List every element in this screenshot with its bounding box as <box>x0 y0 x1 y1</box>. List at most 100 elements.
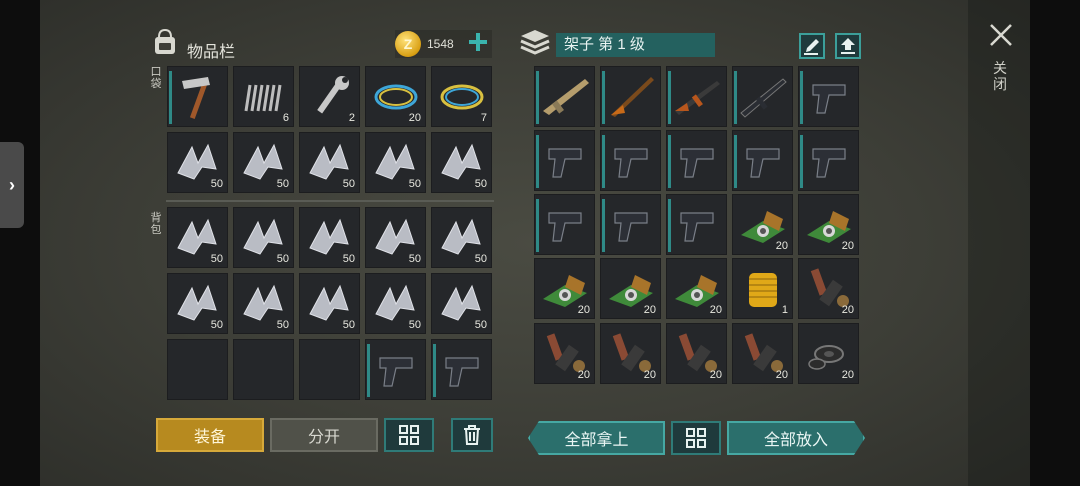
chevron-right-icon: › <box>9 174 15 195</box>
right-edge <box>1030 0 1080 486</box>
trash-button[interactable] <box>451 418 493 452</box>
split-button[interactable]: 分开 <box>270 418 378 452</box>
grid-icon <box>686 428 706 448</box>
item-quantity: 20 <box>577 369 590 381</box>
inventory-slot[interactable]: 7 <box>431 66 492 127</box>
item-quantity: 50 <box>342 319 355 331</box>
item-quantity: 50 <box>408 178 421 190</box>
inventory-slot[interactable]: 20 <box>534 258 595 319</box>
inventory-slot[interactable] <box>600 130 661 191</box>
item-quantity: 20 <box>577 304 590 316</box>
inventory-slot[interactable]: 50 <box>365 207 426 268</box>
item-quantity: 20 <box>775 369 788 381</box>
close-icon[interactable] <box>988 22 1014 48</box>
inventory-slot[interactable]: 50 <box>299 207 360 268</box>
inventory-slot[interactable]: 50 <box>431 207 492 268</box>
inventory-slot[interactable]: 50 <box>431 273 492 334</box>
grid-icon <box>399 425 419 445</box>
sort-inventory-button[interactable] <box>384 418 434 452</box>
upload-icon <box>841 38 855 54</box>
inventory-slot[interactable] <box>600 66 661 127</box>
inventory-slot[interactable] <box>299 339 360 400</box>
inventory-slot[interactable]: 50 <box>299 132 360 193</box>
put-all-button[interactable]: 全部放入 <box>727 421 865 455</box>
inventory-slot[interactable]: 50 <box>431 132 492 193</box>
inventory-slot[interactable] <box>600 194 661 255</box>
inventory-slot[interactable]: 50 <box>299 273 360 334</box>
left-edge <box>0 0 40 486</box>
inventory-slot[interactable]: 20 <box>666 323 727 384</box>
item-quantity: 20 <box>408 112 421 124</box>
inventory-slot[interactable] <box>666 194 727 255</box>
item-quantity: 50 <box>342 178 355 190</box>
ak-icon <box>675 81 720 115</box>
inventory-slot[interactable]: 2 <box>299 66 360 127</box>
item-quantity: 20 <box>709 304 722 316</box>
inventory-slot[interactable]: 20 <box>600 258 661 319</box>
inventory-slot[interactable] <box>233 339 294 400</box>
inventory-slot[interactable]: 50 <box>233 273 294 334</box>
inventory-slot[interactable]: 20 <box>600 323 661 384</box>
inventory-slot[interactable]: 20 <box>798 323 859 384</box>
trash-icon <box>464 425 480 445</box>
hammer-icon <box>182 77 210 119</box>
inventory-slot[interactable] <box>732 66 793 127</box>
inventory-slot[interactable] <box>365 339 426 400</box>
item-quantity: 50 <box>474 319 487 331</box>
add-coins-button[interactable] <box>468 32 488 52</box>
side-expand-tab[interactable]: › <box>0 142 24 228</box>
equip-button[interactable]: 装备 <box>156 418 264 452</box>
section-divider <box>166 200 494 202</box>
pistol-icon <box>680 148 714 178</box>
inventory-slot[interactable]: 50 <box>233 132 294 193</box>
shelf-title: 架子 第 1 级 <box>556 33 715 57</box>
coin-amount: 1548 <box>427 37 454 51</box>
inventory-slot[interactable]: 50 <box>365 132 426 193</box>
rename-button[interactable] <box>799 33 825 59</box>
item-quantity: 50 <box>276 178 289 190</box>
m4-icon <box>740 78 787 118</box>
pistol-icon <box>812 84 846 114</box>
pocket-label: 口袋 <box>150 66 162 90</box>
inventory-slot[interactable]: 20 <box>798 258 859 319</box>
inventory-slot[interactable]: 50 <box>167 273 228 334</box>
inventory-slot[interactable] <box>798 130 859 191</box>
item-quantity: 50 <box>210 253 223 265</box>
inventory-slot[interactable]: 20 <box>732 323 793 384</box>
inventory-slot[interactable]: 20 <box>732 194 793 255</box>
inventory-slot[interactable] <box>732 130 793 191</box>
inventory-slot[interactable]: 20 <box>798 194 859 255</box>
inventory-slot[interactable] <box>534 130 595 191</box>
item-quantity: 50 <box>474 253 487 265</box>
inventory-slot[interactable] <box>666 66 727 127</box>
inventory-slot[interactable] <box>431 339 492 400</box>
shelf-icon <box>520 30 550 55</box>
take-all-button[interactable]: 全部拿上 <box>528 421 665 455</box>
inventory-slot[interactable]: 20 <box>666 258 727 319</box>
item-quantity: 50 <box>210 319 223 331</box>
shotgun-icon <box>611 77 654 117</box>
pistol-icon <box>445 357 479 387</box>
inventory-slot[interactable]: 50 <box>365 273 426 334</box>
pistol-icon <box>614 148 648 178</box>
inventory-slot[interactable] <box>666 130 727 191</box>
inventory-slot[interactable] <box>798 66 859 127</box>
inventory-slot[interactable]: 50 <box>167 132 228 193</box>
inventory-slot[interactable]: 6 <box>233 66 294 127</box>
pistol-icon <box>379 357 413 387</box>
upload-button[interactable] <box>835 33 861 59</box>
inventory-slot[interactable] <box>167 339 228 400</box>
item-quantity: 1 <box>781 304 788 316</box>
sort-shelf-button[interactable] <box>671 421 721 455</box>
inventory-slot[interactable]: 20 <box>365 66 426 127</box>
inventory-slot[interactable] <box>534 194 595 255</box>
backpack-icon <box>155 28 175 54</box>
inventory-slot[interactable] <box>167 66 228 127</box>
backpack-label: 背包 <box>150 212 162 236</box>
item-quantity: 50 <box>474 178 487 190</box>
inventory-slot[interactable]: 20 <box>534 323 595 384</box>
inventory-slot[interactable]: 50 <box>167 207 228 268</box>
inventory-slot[interactable]: 1 <box>732 258 793 319</box>
inventory-slot[interactable]: 50 <box>233 207 294 268</box>
inventory-slot[interactable] <box>534 66 595 127</box>
